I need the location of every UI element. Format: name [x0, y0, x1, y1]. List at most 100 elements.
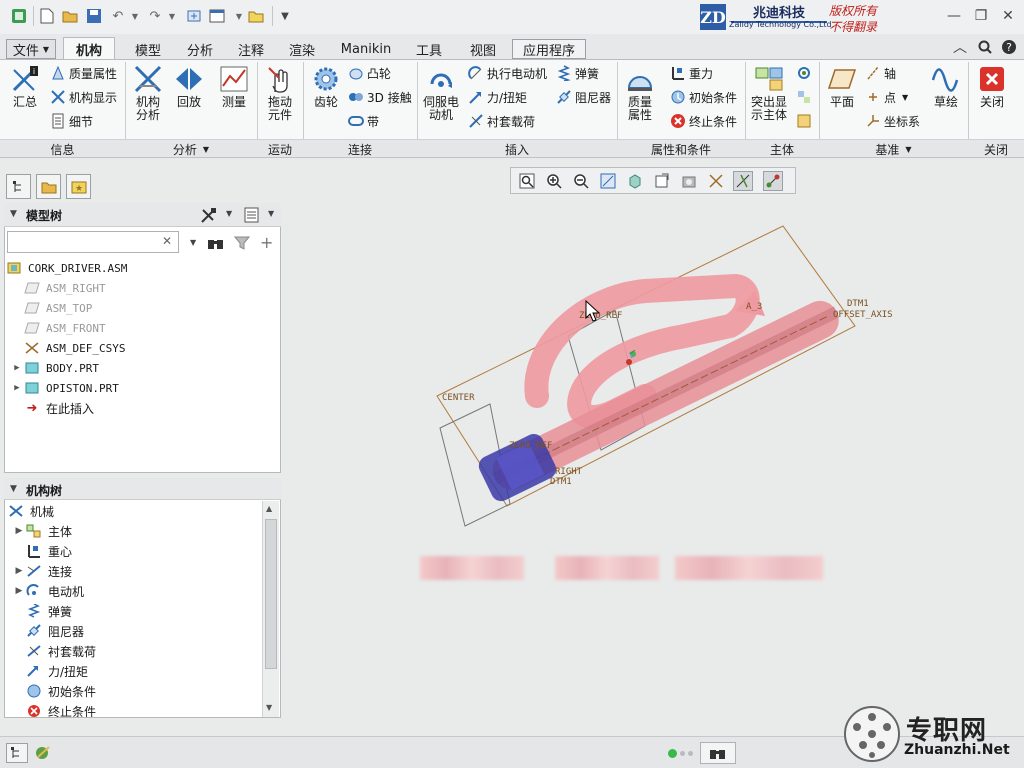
csys-button[interactable]: 坐标系: [865, 111, 920, 131]
tree-item-asm-right[interactable]: ASM_RIGHT: [24, 278, 106, 298]
tree-item-assembly[interactable]: CORK_DRIVER.ASM: [6, 258, 127, 278]
tree-item-insert-here[interactable]: ➜ 在此插入: [24, 398, 94, 418]
folder-browser-tab-icon[interactable]: [36, 174, 61, 199]
saved-orientations-icon[interactable]: [652, 171, 672, 191]
customize-toolbar-icon[interactable]: ▼: [276, 7, 294, 25]
gravity-button[interactable]: 重力: [670, 63, 713, 83]
servo-motor-button[interactable]: 伺服电 动机: [420, 63, 462, 122]
clear-search-icon[interactable]: ✕: [162, 234, 172, 248]
spin-center-icon[interactable]: [763, 171, 783, 191]
gear-button[interactable]: 齿轮: [307, 63, 345, 109]
tab-tools[interactable]: 工具: [404, 39, 454, 59]
model-tree-settings-icon[interactable]: [199, 206, 219, 224]
tab-model[interactable]: 模型: [123, 39, 173, 59]
tab-mechanism[interactable]: 机构: [63, 37, 115, 60]
regenerate-icon[interactable]: [185, 7, 203, 25]
restore-icon[interactable]: ❐: [971, 7, 991, 25]
mechanism-display-button[interactable]: 机构显示: [50, 87, 117, 107]
tab-manikin[interactable]: Manikin: [333, 39, 399, 59]
initial-conditions-button[interactable]: 初始条件: [670, 87, 737, 107]
plane-button[interactable]: 平面: [822, 63, 862, 109]
scroll-down-icon[interactable]: ▼: [266, 703, 272, 712]
expand-icon[interactable]: ▶: [12, 526, 26, 536]
display-style-icon[interactable]: [625, 171, 645, 191]
graphics-viewport[interactable]: ZERO_REF DTM1 OFFSET_AXIS CENTER ZERO_RE…: [285, 196, 1024, 736]
expand-icon[interactable]: ▶: [12, 566, 26, 576]
undo-icon[interactable]: ↶: [109, 7, 127, 25]
tab-file[interactable]: 文件 ▼: [6, 39, 56, 59]
close-window-icon[interactable]: ✕: [998, 7, 1018, 25]
expand-icon[interactable]: ▶: [10, 383, 24, 393]
mechanism-tree-collapse-icon[interactable]: ▼: [10, 484, 17, 494]
mass-properties-small-button[interactable]: 质量属性: [50, 63, 117, 83]
zoom-in-icon[interactable]: [544, 171, 564, 191]
tree-item-asm-def-csys[interactable]: ASM_DEF_CSYS: [24, 338, 125, 358]
bushing-load-button[interactable]: 衬套载荷: [468, 111, 535, 131]
close-button[interactable]: 关闭: [973, 63, 1011, 109]
body-tool-3-button[interactable]: [796, 111, 815, 131]
view-manager-icon[interactable]: [679, 171, 699, 191]
details-button[interactable]: 细节: [50, 111, 93, 131]
execute-motor-button[interactable]: 执行电动机: [468, 63, 547, 83]
body-tool-2-button[interactable]: [796, 87, 815, 107]
mech-item-gravity[interactable]: 重心: [26, 541, 72, 561]
model-tree-settings-dropdown-icon[interactable]: ▼: [226, 209, 232, 218]
refit-icon[interactable]: [517, 171, 537, 191]
mech-item-initial-conditions[interactable]: 初始条件: [26, 681, 96, 701]
model-tree-collapse-icon[interactable]: ▼: [10, 209, 17, 219]
mech-item-bushings[interactable]: 衬套载荷: [26, 641, 96, 661]
toggle-navigator-icon[interactable]: [6, 743, 28, 763]
redo-icon[interactable]: ↷: [146, 7, 164, 25]
point-button[interactable]: 点 ▼: [865, 87, 908, 107]
mass-properties-button[interactable]: 质量 属性: [620, 63, 660, 122]
tab-analysis[interactable]: 分析: [175, 39, 225, 59]
mech-item-dampers[interactable]: 阻尼器: [26, 621, 84, 641]
tree-item-body-prt[interactable]: ▶ BODY.PRT: [10, 358, 99, 378]
search-scope-dropdown-icon[interactable]: ▼: [190, 238, 196, 247]
tab-view[interactable]: 视图: [458, 39, 508, 59]
collapse-ribbon-icon[interactable]: ︿: [950, 38, 970, 56]
tree-item-asm-top[interactable]: ASM_TOP: [24, 298, 92, 318]
3d-contact-button[interactable]: 3D 接触: [348, 87, 412, 107]
model-tree-tab-icon[interactable]: [6, 174, 31, 199]
group-analysis-label[interactable]: 分析 ▼: [125, 140, 257, 158]
mechanism-tree-scrollbar[interactable]: ▲ ▼: [262, 501, 279, 717]
add-column-icon[interactable]: +: [260, 233, 273, 252]
filter-funnel-icon[interactable]: [233, 235, 251, 251]
close-window-folder-icon[interactable]: [247, 7, 265, 25]
model-tree-show-icon[interactable]: [243, 206, 261, 224]
find-binoculars-status-icon[interactable]: [700, 742, 736, 764]
cam-button[interactable]: 凸轮: [348, 63, 391, 83]
point-dropdown-icon[interactable]: ▼: [902, 93, 908, 102]
mech-item-bodies[interactable]: ▶ 主体: [12, 521, 72, 541]
body-tool-1-button[interactable]: [796, 63, 815, 83]
mech-item-forces[interactable]: 力/扭矩: [26, 661, 88, 681]
search-icon[interactable]: [975, 38, 995, 56]
windows-icon[interactable]: [208, 7, 226, 25]
sketch-button[interactable]: 草绘: [927, 63, 965, 109]
mechanism-analysis-button[interactable]: 机构 分析: [128, 63, 168, 122]
summary-button[interactable]: i 汇总: [6, 63, 44, 109]
mech-item-termination-conditions[interactable]: 终止条件: [26, 701, 96, 717]
redo-dropdown-icon[interactable]: ▼: [163, 7, 181, 25]
toggle-browser-icon[interactable]: [32, 743, 54, 763]
mech-item-mechanism[interactable]: 机械: [8, 501, 54, 521]
drag-component-button[interactable]: 拖动 元件: [261, 63, 299, 122]
model-tree-search-input[interactable]: [7, 231, 179, 253]
scroll-up-icon[interactable]: ▲: [266, 504, 272, 513]
playback-button[interactable]: 回放: [170, 63, 208, 109]
minimize-icon[interactable]: —: [944, 7, 964, 25]
open-folder-icon[interactable]: [61, 7, 79, 25]
windows-dropdown-icon[interactable]: ▼: [230, 7, 248, 25]
datum-display-filters-icon[interactable]: [706, 171, 726, 191]
save-icon[interactable]: [85, 7, 103, 25]
group-datum-label[interactable]: 基准 ▼: [819, 140, 968, 158]
find-binoculars-icon[interactable]: [207, 235, 225, 251]
highlight-bodies-button[interactable]: 突出显 示主体: [748, 63, 790, 122]
undo-dropdown-icon[interactable]: ▼: [126, 7, 144, 25]
help-icon[interactable]: ?: [999, 38, 1019, 56]
tree-item-asm-front[interactable]: ASM_FRONT: [24, 318, 106, 338]
favorites-tab-icon[interactable]: ★: [66, 174, 91, 199]
measure-button[interactable]: 测量: [215, 63, 253, 109]
zoom-out-icon[interactable]: [571, 171, 591, 191]
